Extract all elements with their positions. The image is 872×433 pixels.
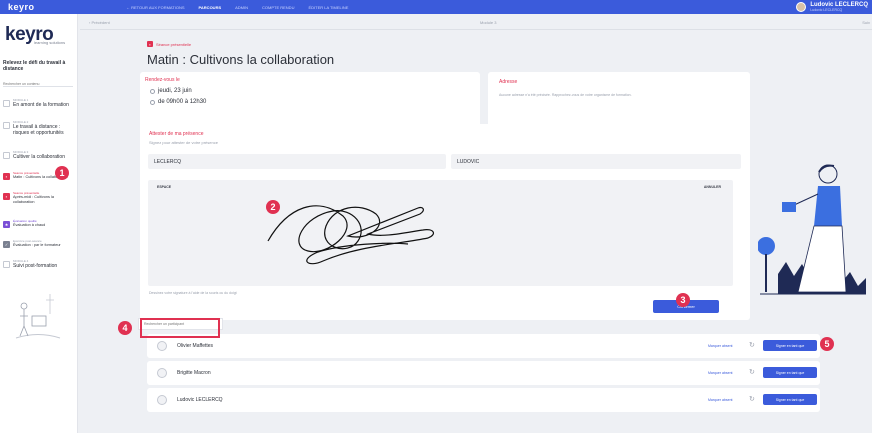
- sign-as-button[interactable]: Signer en tant que: [763, 394, 817, 405]
- signature-stroke: [267, 205, 435, 265]
- main-content: ‹ Précédent Module 3 Suiv ▪ Séance prése…: [80, 14, 872, 433]
- calendar-icon: ▪: [3, 173, 10, 180]
- module-label: Module 3: [480, 20, 497, 25]
- brand-tagline: learning solutions: [34, 40, 66, 45]
- user-menu[interactable]: Ludovic LECLERCQ Ludovic LECLERCQ: [796, 0, 868, 14]
- rendezvous-card: Rendez-vous le jeudi, 23 juin de 09h00 à…: [140, 72, 480, 130]
- sidebar-item-label: Évaluation à chaud: [13, 223, 46, 227]
- checkbox-icon: [3, 122, 10, 129]
- clock-icon: [150, 99, 155, 105]
- sign-as-button[interactable]: Signer en tant que: [763, 367, 817, 378]
- sidebar-item-label: Cultiver la collaboration: [13, 154, 65, 160]
- nav-parcours[interactable]: PARCOURS: [199, 5, 222, 10]
- sidebar: keyro learning solutions Relevez le défi…: [0, 14, 78, 433]
- mark-absent-link[interactable]: Marquer absent: [708, 344, 733, 348]
- program-title: Relevez le défi du travail à distance: [3, 60, 66, 72]
- page-title: Matin : Cultivons la collaboration: [147, 52, 335, 67]
- attendance-card: Attester de ma présence Signez pour atte…: [140, 124, 750, 320]
- address-card: Adresse Aucune adresse n'a été précisée.…: [488, 72, 750, 130]
- sidebar-item-label: Le travail à distance : risques et oppor…: [13, 124, 64, 136]
- nav-admin[interactable]: ADMIN: [235, 5, 248, 10]
- address-text: Aucune adresse n'a été précisée. Rapproc…: [499, 93, 632, 97]
- refresh-icon[interactable]: ↻: [749, 341, 755, 349]
- participant-row: Olivier Maffettes Marquer absent ↻ Signe…: [147, 334, 820, 358]
- signature-pad-label: ESPACE: [157, 185, 172, 189]
- participant-name: Ludovic LECLERCQ: [177, 397, 223, 403]
- signature-pad[interactable]: ESPACE ANNULER: [148, 180, 733, 286]
- divider: [80, 29, 872, 30]
- sidebar-item-module-4[interactable]: MODULE 4 Suivi post-formation: [3, 259, 75, 269]
- sidebar-item-label: Suivi post-formation: [13, 263, 58, 269]
- sign-as-button[interactable]: Signer en tant que: [763, 340, 817, 351]
- session-type-badge: ▪ Séance présentielle: [147, 41, 191, 47]
- rendezvous-time-row: de 09h00 à 12h30: [150, 99, 206, 105]
- sidebar-item-evaluation-formateur[interactable]: ✓ Exercice post-séance Évaluation : par l…: [3, 239, 75, 248]
- annotation-badge-1: 1: [55, 166, 69, 180]
- annotation-badge-2: 2: [266, 200, 280, 214]
- avatar: [796, 2, 807, 12]
- nav-edit-timeline[interactable]: ÉDITER LA TIMELINE: [308, 5, 348, 10]
- address-title: Adresse: [499, 79, 518, 85]
- rendezvous-time: de 09h00 à 12h30: [158, 99, 207, 105]
- avatar: [157, 368, 167, 378]
- checkbox-icon: [3, 261, 10, 268]
- nav-back-to-trainings[interactable]: ← RETOUR AUX FORMATIONS: [126, 5, 185, 10]
- checkbox-icon: [3, 152, 10, 159]
- annotation-badge-4: 4: [118, 321, 132, 335]
- annotation-badge-5: 5: [820, 337, 834, 351]
- next-link[interactable]: Suiv: [862, 20, 870, 25]
- rendezvous-date: jeudi, 23 juin: [158, 88, 192, 94]
- person-illustration: [758, 164, 866, 295]
- attendance-title: Attester de ma présence: [149, 131, 204, 137]
- avatar: [157, 341, 167, 351]
- nav-compte-rendu[interactable]: COMPTE RENDU: [262, 5, 294, 10]
- mark-absent-link[interactable]: Marquer absent: [708, 371, 733, 375]
- calendar-icon: [150, 88, 155, 94]
- sidebar-item-label: Évaluation : par le formateur: [13, 243, 61, 247]
- clear-signature-button[interactable]: ANNULER: [704, 185, 721, 189]
- mark-absent-link[interactable]: Marquer absent: [708, 398, 733, 402]
- sidebar-item-module-1[interactable]: MODULE 1 En amont de la formation: [3, 98, 75, 108]
- check-icon: ✓: [3, 241, 10, 248]
- star-icon: ★: [3, 221, 10, 228]
- sidebar-item-module-3[interactable]: MODULE 3 Cultiver la collaboration: [3, 150, 75, 160]
- attendance-subtitle: Signez pour attester de votre présence: [149, 140, 218, 145]
- participant-row: Brigitte Macron Marquer absent ↻ Signer …: [147, 361, 820, 385]
- refresh-icon[interactable]: ↻: [749, 395, 755, 403]
- calendar-icon: ▪: [3, 193, 10, 200]
- previous-link[interactable]: ‹ Précédent: [89, 20, 110, 25]
- rendezvous-date-row: jeudi, 23 juin: [150, 88, 192, 94]
- sidebar-item-evaluation-chaud[interactable]: ★ Évaluation qualité Évaluation à chaud: [3, 219, 75, 228]
- participant-row: Ludovic LECLERCQ Marquer absent ↻ Signer…: [147, 388, 820, 412]
- avatar: [157, 395, 167, 405]
- sidebar-search-input[interactable]: [3, 81, 73, 87]
- rendezvous-title: Rendez-vous le: [145, 77, 180, 83]
- sidebar-item-apres-midi[interactable]: ▪ Séance présentielle Après-midi : Cultiv…: [3, 191, 75, 204]
- sidebar-illustration: [15, 294, 61, 339]
- annotation-badge-3: 3: [676, 293, 690, 307]
- sidebar-item-label: En amont de la formation: [13, 102, 69, 108]
- firstname-field[interactable]: LUDOVIC: [451, 154, 741, 169]
- calendar-icon: ▪: [147, 41, 153, 47]
- session-type-label: Séance présentielle: [156, 41, 192, 47]
- top-nav: ← RETOUR AUX FORMATIONS PARCOURS ADMIN C…: [126, 5, 348, 10]
- checkbox-icon: [3, 100, 10, 107]
- signature-hint: Dessinez votre signature à l'aide de la …: [149, 291, 237, 295]
- highlight-box: [140, 318, 220, 338]
- sidebar-item-module-2[interactable]: MODULE 2 Le travail à distance : risques …: [3, 120, 75, 136]
- top-logo[interactable]: keyro: [8, 2, 126, 12]
- refresh-icon[interactable]: ↻: [749, 368, 755, 376]
- lastname-field[interactable]: LECLERCQ: [148, 154, 446, 169]
- top-bar: keyro ← RETOUR AUX FORMATIONS PARCOURS A…: [0, 0, 872, 14]
- sidebar-item-label: Après-midi : Cultivons la collaboration: [13, 195, 54, 204]
- participant-name: Olivier Maffettes: [177, 343, 214, 349]
- participant-name: Brigitte Macron: [177, 370, 211, 376]
- user-subtitle: Ludovic LECLERCQ: [810, 8, 843, 12]
